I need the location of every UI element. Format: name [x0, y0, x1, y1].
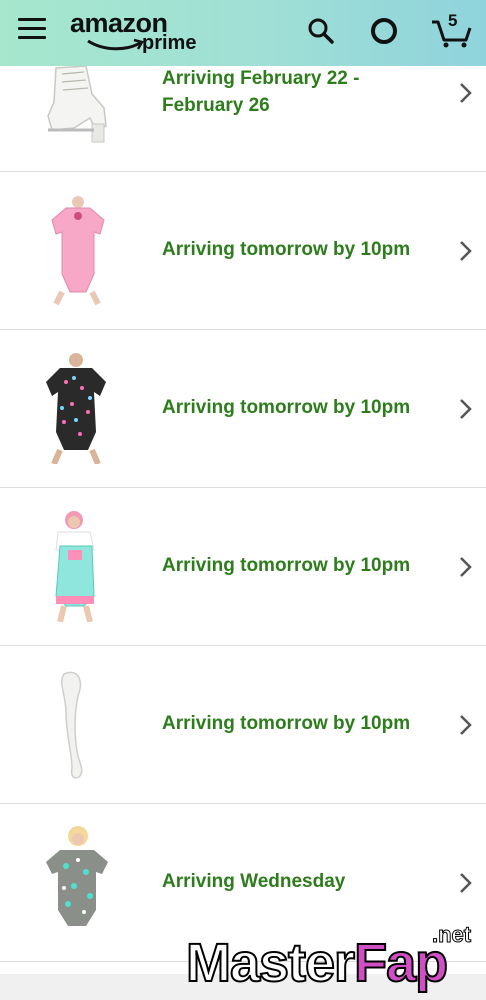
- amazon-prime-logo[interactable]: amazon prime: [70, 8, 210, 58]
- chevron-right-icon: [460, 241, 472, 261]
- chevron-right-icon: [460, 873, 472, 893]
- arrival-text: Arriving tomorrow by 10pm: [162, 713, 411, 734]
- watermark-master: Master: [185, 932, 356, 994]
- watermark-text: MasterFap: [185, 932, 449, 994]
- arrival-text: Arriving tomorrow by 10pm: [162, 397, 411, 418]
- chevron-right-icon: [460, 399, 472, 419]
- product-thumbnail: [55, 511, 95, 622]
- watermark: .net MasterFap: [180, 922, 486, 1000]
- arrival-text: Arriving tomorrow by 10pm: [162, 555, 411, 576]
- chevron-right-icon: [460, 557, 472, 577]
- menu-icon[interactable]: [18, 18, 46, 44]
- logo-subtitle: prime: [142, 32, 197, 54]
- search-icon[interactable]: [304, 14, 338, 48]
- product-thumbnail: [61, 671, 83, 779]
- product-thumbnail: [51, 196, 105, 306]
- watermark-fap: Fap: [353, 932, 449, 994]
- arrival-text: Arriving Wednesday: [162, 871, 346, 892]
- order-item[interactable]: Arriving tomorrow by 10pm: [0, 646, 486, 804]
- product-thumbnail: [46, 826, 108, 926]
- product-thumbnail: [47, 65, 107, 143]
- product-thumbnail: [46, 353, 106, 464]
- cart-button[interactable]: 5: [430, 11, 474, 48]
- order-item[interactable]: Arriving tomorrow by 10pm: [0, 172, 486, 330]
- chevron-right-icon: [460, 715, 472, 735]
- order-item[interactable]: Arriving tomorrow by 10pm: [0, 330, 486, 488]
- chevron-right-icon: [460, 83, 472, 103]
- order-item[interactable]: Arriving tomorrow by 10pm: [0, 488, 486, 646]
- arrival-text: Arriving February 22 - February 26: [162, 68, 360, 116]
- alexa-icon[interactable]: [367, 14, 401, 48]
- arrival-text: Arriving tomorrow by 10pm: [162, 239, 411, 260]
- app-header: amazon prime 5: [0, 0, 486, 66]
- cart-count-badge: 5: [448, 11, 458, 30]
- smile-arrow-icon: [87, 38, 144, 51]
